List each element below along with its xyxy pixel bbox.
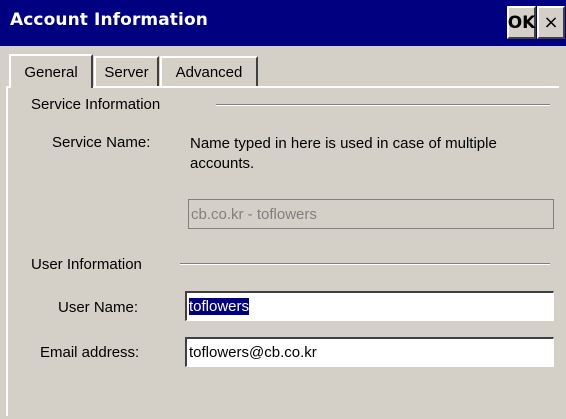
service-section-divider <box>216 104 550 106</box>
user-name-label: User Name: <box>58 299 139 316</box>
user-section-divider <box>180 263 550 265</box>
email-address-value: toflowers@cb.co.kr <box>189 344 317 361</box>
service-information-heading: Service Information <box>31 96 161 113</box>
email-address-input[interactable]: toflowers@cb.co.kr <box>185 337 554 367</box>
tab-advanced-label: Advanced <box>175 63 243 81</box>
tab-strip: General Server Advanced <box>0 46 566 88</box>
tab-server[interactable]: Server <box>94 56 159 86</box>
tab-advanced[interactable]: Advanced <box>160 56 258 86</box>
service-name-value: cb.co.kr - toflowers <box>191 205 317 223</box>
tab-server-label: Server <box>104 63 149 81</box>
tab-general[interactable]: General <box>9 54 93 88</box>
email-address-label: Email address: <box>40 344 140 361</box>
close-icon: × <box>543 12 559 33</box>
ok-button[interactable]: OK <box>507 6 536 39</box>
user-name-input[interactable]: toflowers <box>185 291 554 321</box>
tab-general-label: General <box>24 63 78 81</box>
close-button[interactable]: × <box>537 6 565 39</box>
title-bar: Account Information OK × <box>0 0 566 46</box>
service-name-label: Service Name: <box>52 134 151 151</box>
user-information-heading: User Information <box>31 256 142 273</box>
service-name-field: cb.co.kr - toflowers <box>188 199 554 229</box>
window-title: Account Information <box>10 10 208 30</box>
account-information-dialog: Account Information OK × General Server … <box>0 0 566 419</box>
user-name-value: toflowers <box>189 298 250 315</box>
service-name-description: Name typed in here is used in case of mu… <box>190 135 497 172</box>
